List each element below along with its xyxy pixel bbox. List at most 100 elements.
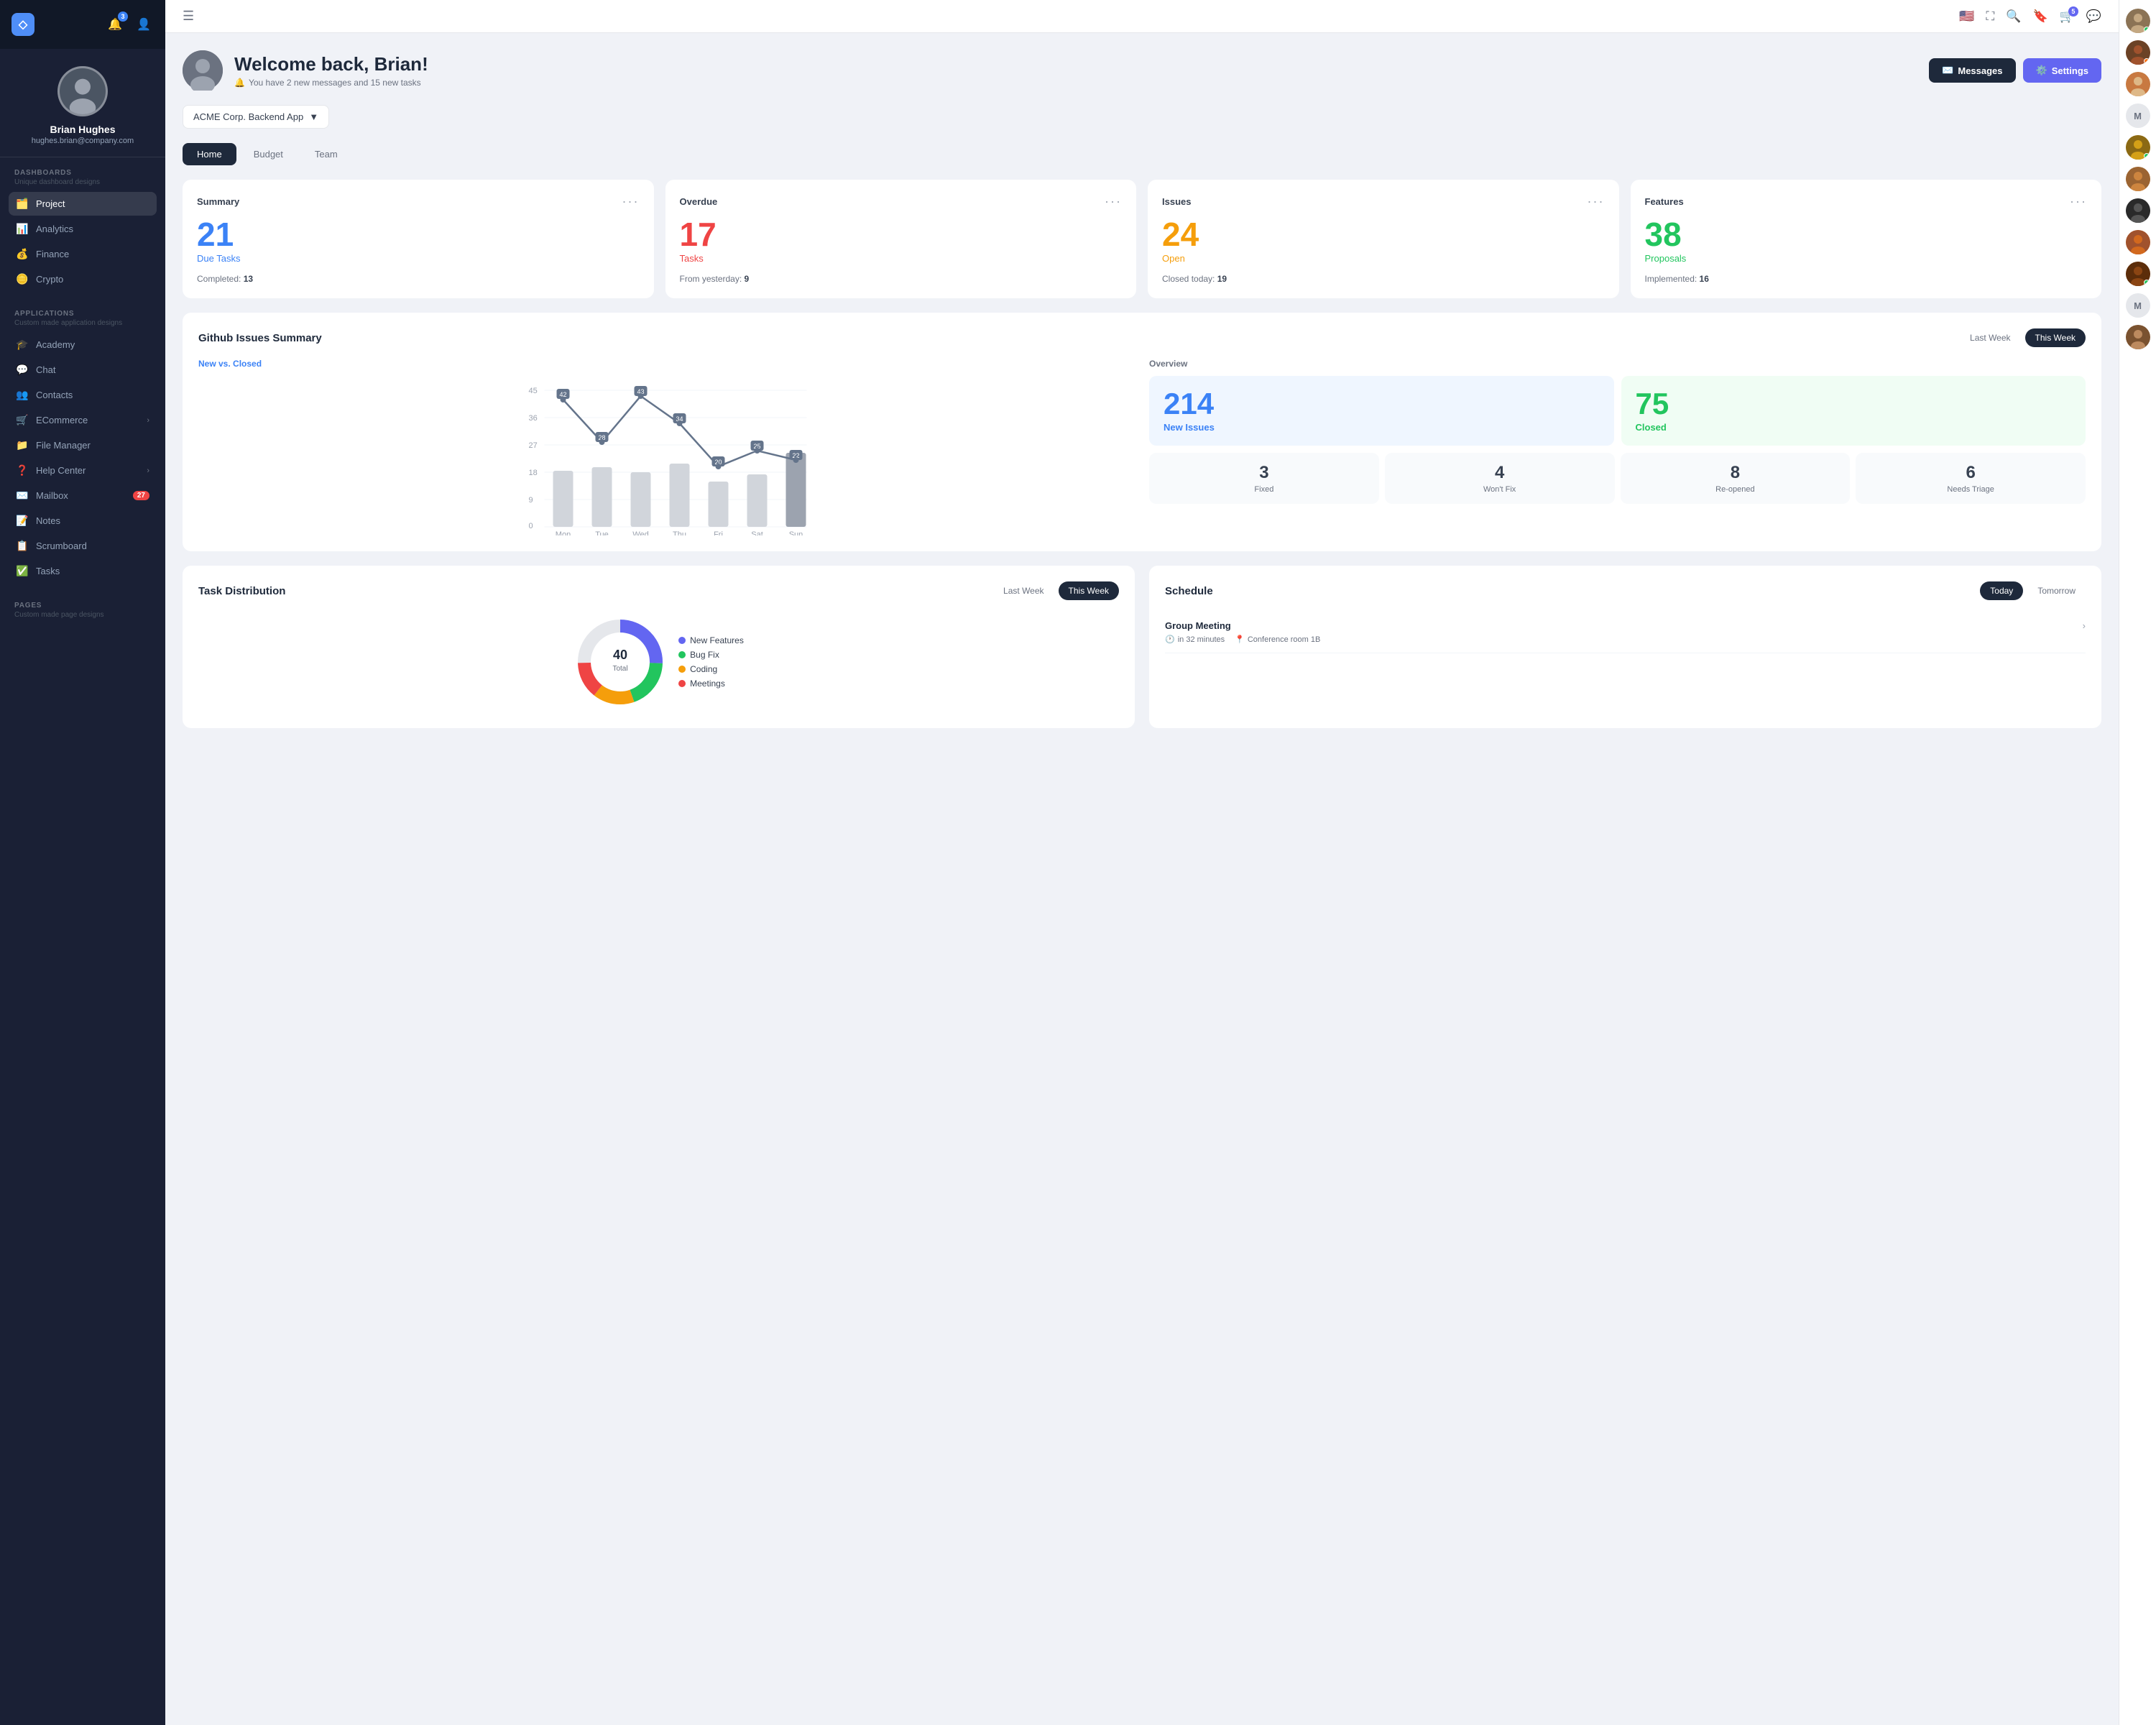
features-footer: Implemented: 16 [1645,274,2088,284]
bottom-row: Task Distribution Last Week This Week 40 [183,566,2101,742]
more-icon[interactable]: ··· [1105,194,1122,209]
analytics-icon: 📊 [16,223,29,235]
new-issues-card: 214 New Issues [1149,376,1614,446]
sidebar-item-label: ECommerce [36,415,88,426]
sidebar-item-academy[interactable]: 🎓 Academy [9,333,157,356]
chevron-right-icon[interactable]: › [2083,620,2086,631]
welcome-title: Welcome back, Brian! [234,53,428,75]
clock-icon: 🕐 [1165,635,1175,644]
right-avatar-8[interactable] [2126,262,2150,286]
sidebar-item-label: Project [36,198,65,209]
sidebar-item-tasks[interactable]: ✅ Tasks [9,559,157,583]
user-icon[interactable]: 👤 [134,14,154,34]
overview-top: 214 New Issues 75 Closed [1149,376,2086,446]
tab-budget[interactable]: Budget [239,143,298,165]
schedule-header: Schedule Today Tomorrow [1165,581,2086,600]
summary-footer: Completed: 13 [197,274,640,284]
right-avatar-1[interactable] [2126,9,2150,33]
overdue-footer: From yesterday: 9 [680,274,1123,284]
right-avatar-4[interactable] [2126,135,2150,160]
more-icon[interactable]: ··· [2070,194,2087,209]
right-avatar-7[interactable] [2126,230,2150,254]
fixed-label: Fixed [1156,485,1372,494]
welcome-left: Welcome back, Brian! 🔔 You have 2 new me… [183,50,428,91]
right-avatar-9[interactable] [2126,325,2150,349]
github-body: New vs. Closed 45 36 27 18 9 0 [198,359,2086,535]
right-avatar-m1[interactable]: M [2126,104,2150,128]
fullscreen-icon[interactable]: ⛶ [1986,9,1994,24]
right-avatar-3[interactable] [2126,72,2150,96]
right-avatar-5[interactable] [2126,167,2150,191]
more-icon[interactable]: ··· [1588,194,1605,209]
search-icon[interactable]: 🔍 [2006,9,2021,24]
last-week-btn[interactable]: Last Week [1960,328,2020,347]
sidebar-item-scrumboard[interactable]: 📋 Scrumboard [9,534,157,558]
tomorrow-btn[interactable]: Tomorrow [2027,581,2086,600]
more-icon[interactable]: ··· [622,194,640,209]
wont-fix-label: Won't Fix [1392,485,1608,494]
helpcenter-icon: ❓ [16,464,29,477]
svg-text:Sun: Sun [789,530,803,535]
task-this-week-btn[interactable]: This Week [1059,581,1119,600]
sidebar-item-analytics[interactable]: 📊 Analytics [9,217,157,241]
right-avatar-6[interactable] [2126,198,2150,223]
sidebar-header-icons: 🔔 3 👤 [105,14,154,34]
bookmark-icon[interactable]: 🔖 [2032,9,2047,24]
issues-number: 24 [1162,218,1605,251]
notifications-badge: 3 [118,12,128,22]
cart-icon[interactable]: 🛒 5 [2060,9,2075,24]
tab-team[interactable]: Team [300,143,352,165]
task-last-week-btn[interactable]: Last Week [993,581,1054,600]
sidebar-item-finance[interactable]: 💰 Finance [9,242,157,266]
tasks-icon: ✅ [16,565,29,577]
meeting-time: 🕐 in 32 minutes [1165,635,1225,644]
donut-chart: 40 Total [573,615,667,709]
sidebar-item-filemanager[interactable]: 📁 File Manager [9,433,157,457]
chart-area: 45 36 27 18 9 0 [198,377,1135,535]
right-avatar-m2[interactable]: M [2126,293,2150,318]
mailbox-icon: ✉️ [16,489,29,502]
svg-text:Mon: Mon [556,530,571,535]
sidebar-item-helpcenter[interactable]: ❓ Help Center › [9,459,157,482]
today-btn[interactable]: Today [1980,581,2023,600]
sidebar-item-project[interactable]: 🗂️ Project [9,192,157,216]
this-week-btn[interactable]: This Week [2025,328,2086,347]
welcome-bar: Welcome back, Brian! 🔔 You have 2 new me… [183,50,2101,91]
topbar-left: ☰ [183,9,194,24]
sidebar-item-mailbox[interactable]: ✉️ Mailbox 27 [9,484,157,507]
sidebar-item-contacts[interactable]: 👥 Contacts [9,383,157,407]
sidebar-item-crypto[interactable]: 🪙 Crypto [9,267,157,291]
notifications-button[interactable]: 🔔 3 [105,14,125,34]
right-avatar-2[interactable] [2126,40,2150,65]
tab-home[interactable]: Home [183,143,236,165]
sidebar-item-chat[interactable]: 💬 Chat [9,358,157,382]
welcome-avatar [183,50,223,91]
features-number: 38 [1645,218,2088,251]
issues-footer: Closed today: 19 [1162,274,1605,284]
svg-text:45: 45 [529,387,538,395]
profile-section: Brian Hughes hughes.brian@company.com [0,49,165,157]
chat-icon: 💬 [16,364,29,376]
stat-card-issues: Issues ··· 24 Open Closed today: 19 [1148,180,1619,298]
topbar-right: 🇺🇸 ⛶ 🔍 🔖 🛒 5 💬 [1959,9,2101,24]
sidebar-item-label: Crypto [36,274,63,285]
chat-icon[interactable]: 💬 [2086,9,2101,24]
messages-button[interactable]: ✉️ Messages [1929,58,2015,83]
project-selector[interactable]: ACME Corp. Backend App ▼ [183,105,329,129]
pages-sub: Custom made page designs [9,611,157,619]
nav-applications-section: APPLICATIONS Custom made application des… [0,298,165,590]
features-title: Features [1645,196,1684,207]
overdue-title: Overdue [680,196,718,207]
svg-text:Total: Total [613,665,628,673]
sidebar-item-notes[interactable]: 📝 Notes [9,509,157,533]
sidebar-item-ecommerce[interactable]: 🛒 ECommerce › [9,408,157,432]
settings-button[interactable]: ⚙️ Settings [2023,58,2101,83]
notes-icon: 📝 [16,515,29,527]
closed-number: 75 [1636,389,2072,419]
period-toggle: Last Week This Week [1960,328,2086,347]
sidebar-item-label: Tasks [36,566,60,576]
flag-icon[interactable]: 🇺🇸 [1959,9,1974,24]
cart-badge: 5 [2068,6,2078,17]
menu-button[interactable]: ☰ [183,9,194,24]
app-logo[interactable]: ◇ [11,13,34,36]
